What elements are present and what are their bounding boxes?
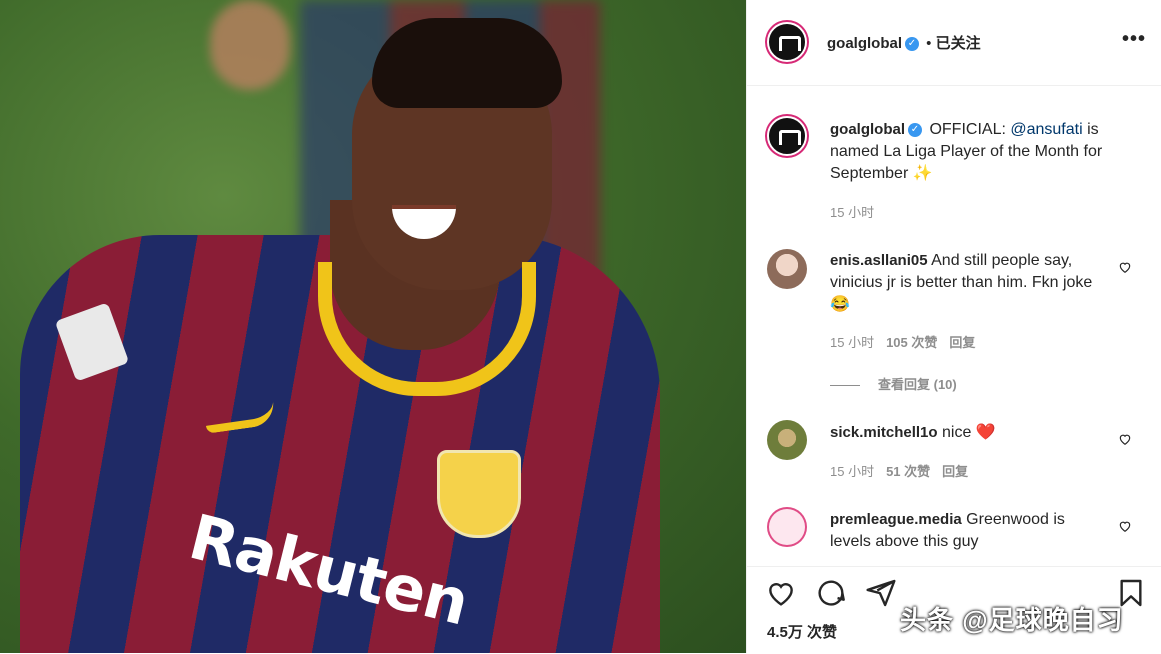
more-options-icon[interactable]: •••	[1122, 28, 1146, 51]
header-line: goalglobal ✓ • 已关注	[827, 32, 981, 53]
sparkles-emoji: ✨	[912, 165, 933, 182]
replies-divider	[830, 385, 860, 387]
comment-time: 15 小时	[830, 335, 875, 350]
post-image[interactable]: Rakuten	[0, 0, 746, 653]
mention-link[interactable]: @ansufati	[1010, 121, 1082, 138]
comment-bubble-icon[interactable]	[815, 577, 847, 609]
comment-likes[interactable]: 51 次赞	[886, 464, 930, 479]
view-replies-button[interactable]: 查看回复 (10)	[830, 374, 957, 393]
comment-username[interactable]: premleague.media	[830, 511, 962, 528]
like-comment-icon[interactable]	[1118, 260, 1132, 274]
reply-button[interactable]: 回复	[942, 464, 968, 479]
author-username[interactable]: goalglobal	[827, 35, 902, 52]
caption-body-start: OFFICIAL:	[929, 121, 1011, 138]
source-watermark: 头条 @足球晚自习	[900, 605, 1124, 635]
commenter-avatar[interactable]	[767, 249, 807, 289]
reply-button[interactable]: 回复	[949, 335, 975, 350]
background-arm	[210, 0, 290, 90]
player-hair	[372, 18, 562, 108]
comment-time: 15 小时	[830, 464, 875, 479]
verified-icon: ✓	[905, 37, 919, 52]
comment-text: enis.asllani05 And still people say, vin…	[830, 250, 1105, 316]
comment-likes[interactable]: 105 次赞	[886, 335, 937, 350]
comment-text: sick.mitchell1o nice ❤️	[830, 422, 1105, 444]
goal-logo-icon	[779, 130, 801, 145]
comment-meta: 15 小时 51 次赞 回复	[830, 461, 968, 480]
share-send-icon[interactable]	[865, 577, 897, 609]
post-header: goalglobal ✓ • 已关注 •••	[747, 0, 1161, 86]
author-avatar[interactable]	[767, 22, 807, 62]
comment-username[interactable]: sick.mitchell1o	[830, 424, 938, 441]
caption-text: goalglobal ✓ OFFICIAL: @ansufati is named…	[830, 119, 1140, 185]
post-panel: goalglobal ✓ • 已关注 ••• goalglobal ✓ OFFICI…	[746, 0, 1161, 653]
comments-list[interactable]: goalglobal ✓ OFFICIAL: @ansufati is named…	[747, 86, 1161, 566]
caption-time: 15 小时	[830, 205, 875, 220]
caption-username[interactable]: goalglobal	[830, 121, 905, 138]
follow-status-button[interactable]: 已关注	[936, 35, 981, 52]
like-comment-icon[interactable]	[1118, 432, 1132, 446]
comment-text: premleague.media Greenwood is levels abo…	[830, 509, 1105, 553]
like-heart-icon[interactable]	[765, 577, 797, 609]
caption-avatar[interactable]	[767, 116, 807, 156]
view-replies-label: 查看回复 (10)	[878, 377, 957, 392]
comment-body: nice ❤️	[942, 424, 996, 441]
like-comment-icon[interactable]	[1118, 519, 1132, 533]
comment-meta: 15 小时 105 次赞 回复	[830, 332, 975, 351]
commenter-avatar[interactable]	[767, 420, 807, 460]
goal-logo-icon	[779, 36, 801, 51]
club-crest	[437, 450, 521, 538]
separator-dot: •	[926, 35, 932, 52]
commenter-avatar[interactable]	[767, 507, 807, 547]
comment-username[interactable]: enis.asllani05	[830, 252, 928, 269]
likes-count[interactable]: 4.5万 次赞	[767, 621, 837, 642]
verified-icon: ✓	[908, 122, 922, 137]
